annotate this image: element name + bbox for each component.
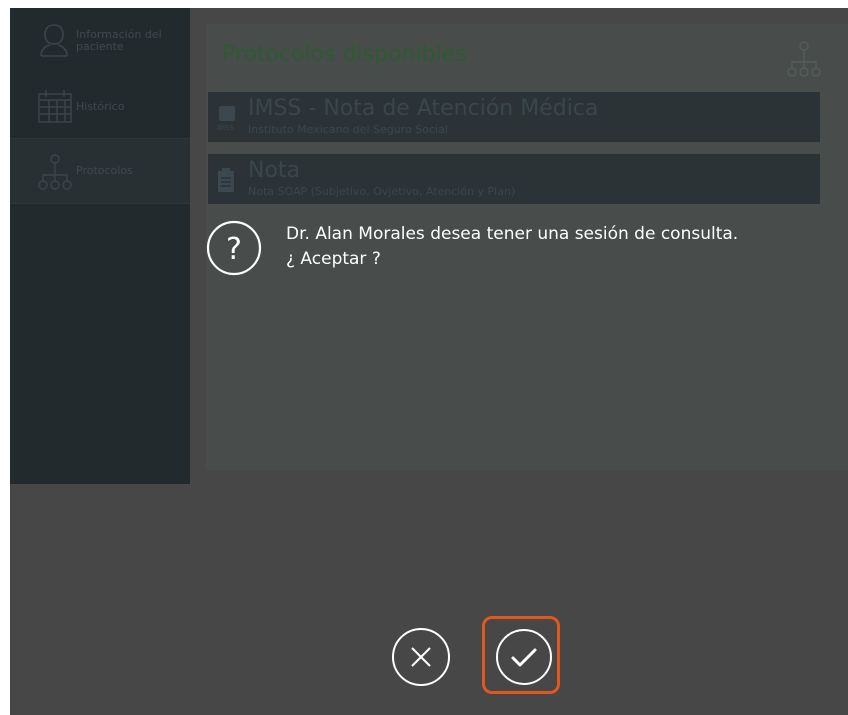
user-icon — [37, 22, 71, 62]
sidebar-item-label: Información del paciente — [76, 28, 162, 53]
svg-text:?: ? — [226, 232, 242, 267]
accept-button[interactable] — [494, 627, 554, 687]
protocol-subtitle: Instituto Mexicano del Seguro Social — [248, 123, 448, 136]
page-title: Protocolos disponibles — [222, 42, 467, 67]
question-icon: ? — [206, 220, 262, 276]
app-window: Información del paciente Histórico Proto… — [10, 8, 848, 715]
sidebar-item-history[interactable]: Histórico — [10, 74, 190, 138]
protocol-tree-icon — [37, 153, 73, 195]
protocol-card-nota[interactable]: Nota Nota SOAP (Subjetivo, Ovjetivo, Ate… — [208, 154, 820, 204]
calendar-icon — [37, 88, 73, 128]
reject-button[interactable] — [391, 627, 451, 687]
sidebar-item-label: Histórico — [76, 100, 125, 113]
sidebar: Información del paciente Histórico Proto… — [10, 8, 190, 484]
protocol-title: IMSS - Nota de Atención Médica — [248, 96, 599, 121]
svg-text:IMSS: IMSS — [217, 124, 235, 132]
clipboard-icon — [216, 168, 238, 198]
close-icon — [392, 628, 450, 686]
protocol-tree-icon — [786, 40, 822, 82]
sidebar-item-patient-info[interactable]: Información del paciente — [10, 8, 190, 74]
protocol-subtitle: Nota SOAP (Subjetivo, Ovjetivo, Atención… — [248, 185, 516, 198]
check-icon — [496, 629, 552, 685]
protocol-title: Nota — [248, 158, 301, 183]
sidebar-item-protocols[interactable]: Protocolos — [10, 138, 190, 204]
protocol-card-imss[interactable]: IMSS IMSS - Nota de Atención Médica Inst… — [208, 92, 820, 142]
imss-logo: IMSS — [216, 106, 240, 136]
sidebar-item-label: Protocolos — [76, 164, 133, 177]
dialog-message: Dr. Alan Morales desea tener una sesión … — [286, 224, 739, 269]
